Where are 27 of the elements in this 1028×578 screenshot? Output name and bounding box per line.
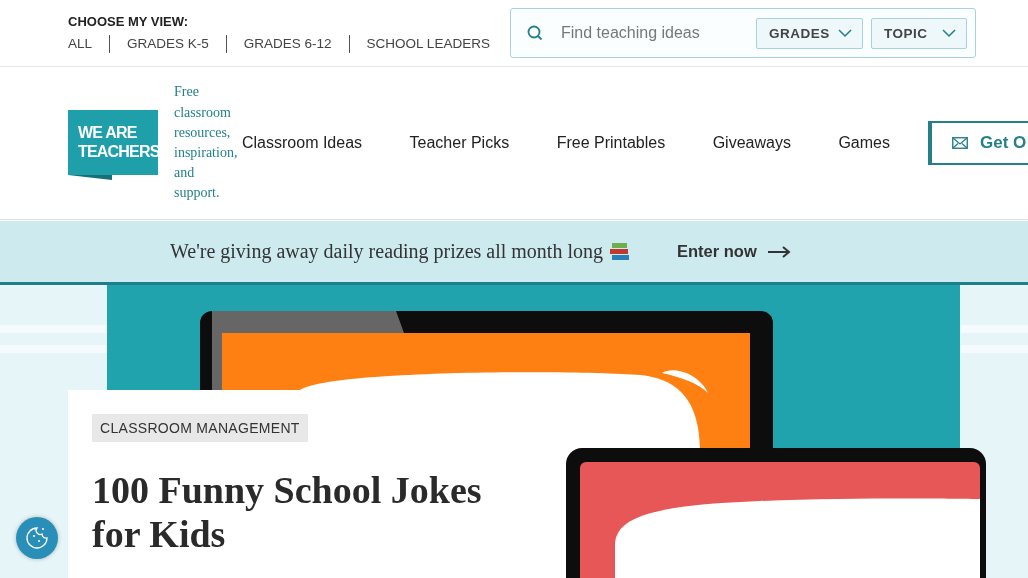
article-title[interactable]: 100 Funny School Jokes for Kids <box>92 468 528 556</box>
view-switcher-label: CHOOSE MY VIEW: <box>68 13 190 29</box>
nav-link[interactable]: Teacher Picks <box>409 134 510 152</box>
arrow-right-icon <box>766 245 791 258</box>
filter-dropdown[interactable]: TOPIC <box>871 17 967 49</box>
nav-link[interactable]: Free Printables <box>556 134 666 152</box>
books-icon <box>609 241 631 262</box>
subscribe-button[interactable]: Get O <box>928 121 1028 165</box>
view-option-link[interactable]: ALL <box>68 36 93 51</box>
enter-now-link[interactable]: Enter now <box>677 242 791 261</box>
view-option-link[interactable]: GRADES 6-12 <box>243 36 332 51</box>
tagline-text: Free classroom resources, inspiration, and support. <box>174 83 239 203</box>
category-tag[interactable]: CLASSROOM MANAGEMENT <box>92 414 308 442</box>
cookie-icon <box>25 526 49 550</box>
nav-link[interactable]: Giveaways <box>712 134 791 152</box>
chevron-down-icon <box>838 28 852 38</box>
search-field[interactable]: Find teaching ideas <box>551 24 748 42</box>
view-option-link[interactable]: SCHOOL LEADERS <box>366 36 490 51</box>
search-icon <box>527 25 543 41</box>
envelope-icon <box>952 137 968 149</box>
view-option-link[interactable]: GRADES K-5 <box>127 36 209 51</box>
promo-text: We're giving away daily reading prizes all month long <box>170 240 603 263</box>
cookie-settings-button[interactable] <box>16 517 58 559</box>
nav-link[interactable]: Classroom Ideas <box>242 134 363 152</box>
chevron-down-icon <box>942 28 956 38</box>
nav-link[interactable]: Games <box>838 134 890 152</box>
filter-dropdown[interactable]: GRADES <box>756 17 863 49</box>
